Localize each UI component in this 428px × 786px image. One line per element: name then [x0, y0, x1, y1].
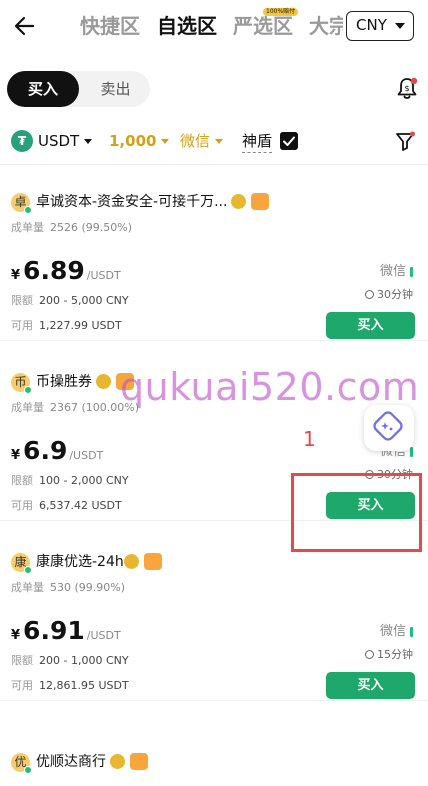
clock-icon: [365, 650, 374, 659]
buy-sell-toggle: 买入 卖出: [7, 71, 150, 107]
sell-tab[interactable]: 卖出: [81, 71, 150, 107]
pay-time-limit: 30分钟: [365, 287, 413, 303]
buy-button[interactable]: 买入: [326, 312, 415, 339]
tab-self-select-zone[interactable]: 自选区: [157, 12, 217, 40]
available-amount: 可用 6,537.42 USDT: [11, 499, 122, 512]
merchant-name[interactable]: 优顺达商行: [36, 751, 106, 773]
shield-badge-icon: [144, 553, 162, 570]
verified-badge-icon: [110, 754, 125, 769]
arrow-left-icon[interactable]: [12, 13, 38, 39]
online-status-dot: [24, 386, 32, 394]
top-nav: 快捷区 自选区 严选区 100%赔付 大宗 CNY: [0, 0, 428, 54]
price: ¥6.9/USDT: [11, 436, 104, 465]
merchant-avatar: 币: [11, 373, 32, 394]
available-amount: 可用 12,861.95 USDT: [11, 679, 129, 692]
wechat-pay-icon: [410, 626, 413, 637]
price: ¥6.91/USDT: [11, 616, 121, 645]
bell-icon[interactable]: $: [394, 76, 420, 102]
shield-badge-icon: [251, 193, 269, 210]
tab-quick-zone[interactable]: 快捷区: [80, 12, 140, 40]
online-status-dot: [24, 206, 32, 214]
listing-card: 优 优顺达商行: [0, 725, 428, 786]
listing-card: 卓 卓诚资本-资金安全-可接千万... 成单量 2526 (99.50%) ¥6.…: [0, 165, 428, 341]
shield-badge-icon: [130, 753, 148, 770]
ai-assistant-button[interactable]: [364, 405, 414, 451]
tab-strict-select-zone[interactable]: 严选区: [233, 12, 293, 40]
funnel-icon[interactable]: [394, 130, 416, 152]
online-status-dot: [24, 766, 32, 774]
order-stats: 成单量 2526 (99.50%): [11, 221, 133, 234]
payment-filter-label: 微信: [180, 132, 211, 150]
compensation-badge: 100%赔付: [263, 8, 299, 16]
available-amount: 可用 1,227.99 USDT: [11, 319, 122, 332]
payment-filter[interactable]: 微信: [180, 127, 224, 155]
amount-filter[interactable]: 1,000: [109, 127, 170, 155]
online-status-dot: [24, 566, 32, 574]
verified-badge-icon: [124, 554, 139, 569]
currency-label: CNY: [356, 16, 387, 34]
clock-icon: [365, 290, 374, 299]
filter-bar: ₮ USDT 1,000 微信 神盾: [0, 127, 428, 157]
order-limit: 限额 200 - 1,000 CNY: [11, 654, 129, 667]
order-stats: 成单量 530 (99.90%): [11, 581, 126, 594]
tab-bulk-zone[interactable]: 大宗: [309, 12, 343, 40]
svg-text:$: $: [404, 84, 409, 93]
tether-icon: ₮: [11, 130, 33, 152]
payment-method: 微信: [380, 623, 413, 641]
merchant-name[interactable]: 币操胜券: [36, 371, 92, 393]
coin-filter-label: USDT: [38, 132, 80, 150]
wechat-pay-icon: [410, 266, 413, 277]
currency-selector[interactable]: CNY: [346, 11, 414, 41]
merchant-avatar: 卓: [11, 193, 32, 214]
ai-assistant-icon: [373, 411, 403, 441]
payment-method: 微信: [380, 263, 413, 281]
verified-badge-icon: [231, 194, 246, 209]
annotation-number: 1: [303, 427, 316, 451]
order-limit: 限额 100 - 2,000 CNY: [11, 474, 129, 487]
watermark: qukuai520.com: [120, 365, 420, 409]
merchant-avatar: 优: [11, 753, 32, 774]
caret-down-icon: [215, 139, 224, 144]
merchant-name[interactable]: 康康优选-24h: [36, 551, 124, 573]
verified-badge-icon: [96, 374, 111, 389]
coin-filter[interactable]: USDT: [38, 127, 93, 155]
amount-filter-label: 1,000: [109, 132, 157, 150]
price: ¥6.89/USDT: [11, 256, 121, 285]
buy-tab[interactable]: 买入: [7, 71, 79, 107]
merchant-name[interactable]: 卓诚资本-资金安全-可接千万...: [36, 191, 227, 213]
buy-button[interactable]: 买入: [326, 672, 415, 699]
annotation-highlight-box: [291, 473, 422, 552]
merchant-avatar: 康: [11, 553, 32, 574]
caret-down-icon: [84, 139, 93, 144]
caret-down-icon: [395, 23, 405, 29]
order-limit: 限额 200 - 5,000 CNY: [11, 294, 129, 307]
shield-checkbox[interactable]: [280, 132, 298, 150]
shield-filter-label: 神盾: [242, 127, 273, 153]
caret-down-icon: [161, 139, 170, 144]
pay-time-limit: 15分钟: [365, 647, 413, 663]
